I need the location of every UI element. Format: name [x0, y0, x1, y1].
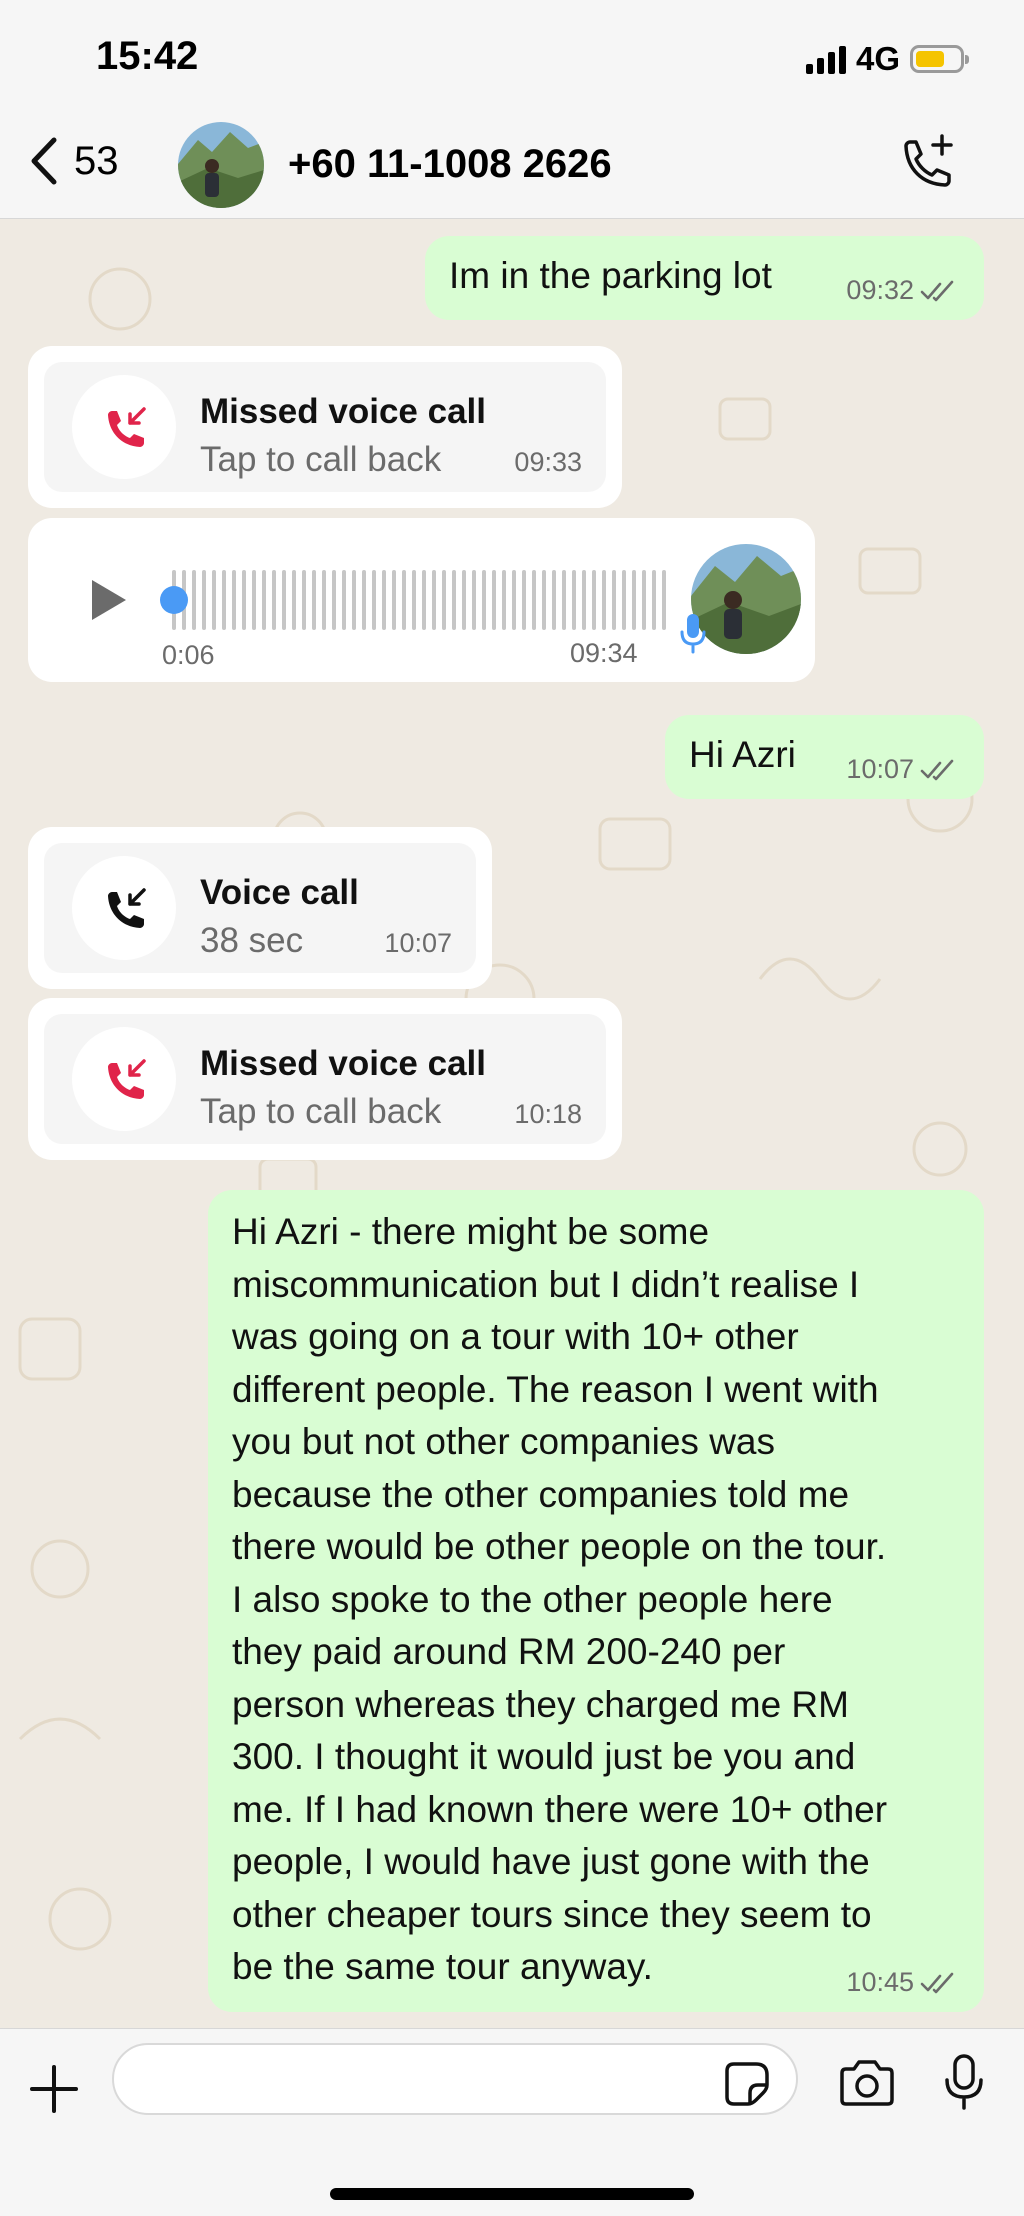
message-time: 10:45 — [846, 1967, 914, 1997]
outgoing-message[interactable]: Hi Azri - there might be some miscommuni… — [208, 1190, 984, 2012]
plus-icon[interactable] — [28, 2063, 80, 2115]
missed-call-icon — [72, 375, 176, 479]
message-line: Hi Azri - there might be some — [232, 1211, 710, 1252]
play-icon[interactable] — [88, 578, 128, 622]
voice-note-message[interactable]: 0:06 09:34 — [28, 518, 815, 682]
contact-name[interactable]: +60 11-1008 2626 — [288, 142, 612, 187]
missed-call-icon — [72, 1027, 176, 1131]
message-line: be the same tour anyway. — [232, 1946, 653, 1987]
double-check-icon — [920, 1972, 954, 1993]
composer-bar — [0, 2028, 1024, 2216]
chevron-left-icon — [31, 137, 57, 185]
battery-icon — [910, 45, 969, 73]
status-indicators: 4G — [805, 40, 969, 78]
message-time: 09:32 — [846, 275, 914, 305]
voice-duration: 0:06 — [162, 640, 215, 670]
message-meta: 10:45 — [846, 1967, 958, 1998]
message-meta: 10:07 — [846, 754, 958, 785]
message-time: 09:33 — [514, 447, 582, 477]
avatar[interactable] — [178, 122, 264, 208]
message-text: Hi Azri — [689, 734, 796, 775]
message-line: because the other companies told me — [232, 1473, 850, 1515]
back-button[interactable]: 53 — [28, 136, 119, 186]
call-title: Missed voice call — [200, 1044, 486, 1083]
call-subtitle: 38 sec — [200, 921, 304, 960]
message-text: Im in the parking lot — [449, 255, 772, 296]
message-time: 09:34 — [570, 638, 638, 668]
call-title: Voice call — [200, 873, 359, 912]
message-time: 10:07 — [846, 754, 914, 784]
message-line: other cheaper tours since they seem to — [232, 1893, 872, 1935]
message-line: they paid around RM 200-240 per — [232, 1631, 786, 1672]
message-time: 10:07 — [384, 928, 452, 958]
message-line: 300. I thought it would just be you and — [232, 1736, 856, 1777]
message-line: was going on a tour with 10+ other — [232, 1316, 799, 1357]
call-card[interactable]: Missed voice call Tap to call back 09:33 — [44, 362, 606, 492]
status-time: 15:42 — [96, 34, 199, 78]
message-input[interactable] — [112, 2043, 798, 2115]
voice-progress-knob — [160, 586, 188, 614]
message-time: 10:18 — [514, 1099, 582, 1129]
message-line: you but not other companies was — [232, 1421, 775, 1462]
network-label: 4G — [855, 40, 900, 77]
call-card[interactable]: Missed voice call Tap to call back 10:18 — [44, 1014, 606, 1144]
message-line: there would be other people on the tour. — [232, 1526, 887, 1567]
mic-badge-icon — [680, 614, 706, 654]
outgoing-message[interactable]: Hi Azri 10:07 — [665, 715, 984, 799]
call-title: Missed voice call — [200, 392, 486, 431]
message-line: person whereas they charged me RM — [232, 1683, 849, 1725]
chat-header: 53 +60 11-1008 2626 — [0, 118, 1024, 219]
chat-area[interactable]: Im in the parking lot 09:32 Missed voice… — [0, 219, 1024, 2028]
outgoing-message[interactable]: Im in the parking lot 09:32 — [425, 236, 984, 320]
message-line: different people. The reason I went with — [232, 1368, 879, 1410]
call-subtitle: Tap to call back — [200, 440, 442, 479]
message-line: people, I would have just gone with the — [232, 1841, 870, 1882]
message-line: miscommunication but I didn’t realise I — [232, 1263, 860, 1305]
microphone-icon[interactable] — [942, 2053, 986, 2113]
call-subtitle: Tap to call back — [200, 1092, 442, 1131]
missed-call-message[interactable]: Missed voice call Tap to call back 09:33 — [28, 346, 622, 508]
home-indicator — [330, 2188, 694, 2200]
status-bar: 15:42 4G — [0, 0, 1024, 118]
voice-waveform[interactable] — [160, 570, 678, 630]
unread-count: 53 — [74, 138, 119, 183]
signal-icon — [805, 44, 846, 74]
double-check-icon — [920, 759, 954, 780]
double-check-icon — [920, 280, 954, 301]
sticker-icon[interactable] — [724, 2061, 770, 2107]
voice-call-message[interactable]: Voice call 38 sec 10:07 — [28, 827, 492, 989]
message-meta: 09:32 — [846, 275, 958, 306]
incoming-call-icon — [72, 856, 176, 960]
add-call-icon[interactable] — [896, 132, 958, 196]
call-card[interactable]: Voice call 38 sec 10:07 — [44, 843, 476, 973]
missed-call-message[interactable]: Missed voice call Tap to call back 10:18 — [28, 998, 622, 1160]
camera-icon[interactable] — [838, 2059, 896, 2107]
message-line: I also spoke to the other people here — [232, 1578, 833, 1620]
message-line: me. If I had known there were 10+ other — [232, 1788, 888, 1830]
message-text: Hi Azri - there might be some miscommuni… — [232, 1206, 887, 1994]
